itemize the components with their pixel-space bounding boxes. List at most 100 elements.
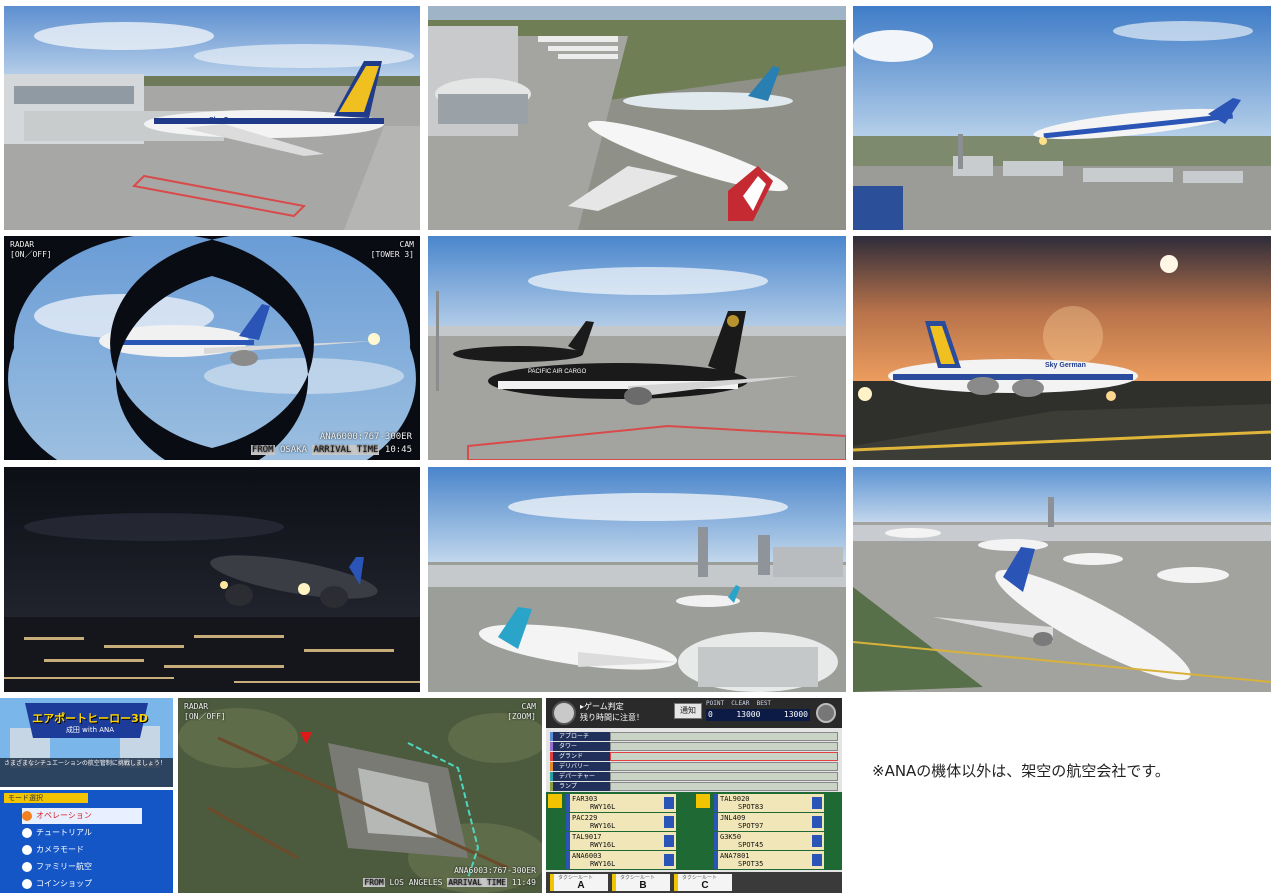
flight-strip[interactable]: JNL409 SPOT97: [714, 813, 824, 831]
intro-hint-text: さまざまなシチュエーションの航空管制に挑戦しましょう！: [4, 760, 166, 767]
camera-mode-label: CAM [TOWER 3]: [370, 240, 414, 259]
flight-assignment: RWY16L: [590, 803, 616, 811]
lane-track: [610, 782, 838, 791]
menu-bullet-icon: [22, 862, 32, 872]
menu-item-label: オペレーション: [36, 811, 92, 820]
screenshot-cargo-freighters: PACIFIC AIR CARGO: [428, 236, 846, 460]
flight-assignment: RWY16L: [590, 822, 616, 830]
alert-icon: [664, 835, 674, 847]
alert-icon: [812, 797, 822, 809]
flight-strip[interactable]: G3K50 SPOT45: [714, 832, 824, 850]
flight-assignment: SPOT45: [738, 841, 764, 849]
flight-assignment: SPOT35: [738, 860, 764, 868]
lane-label: ランプ: [550, 782, 610, 791]
menu-bullet-icon: [22, 828, 32, 838]
taxi-route-letter: A: [577, 880, 585, 891]
menu-item-label: ファミリー航空: [36, 862, 92, 871]
flight-code: G3K50: [720, 833, 742, 841]
flight-code: TAL9017: [572, 833, 602, 841]
control-lane[interactable]: アプローチ: [550, 732, 838, 741]
flight-code-readout: ANA6000:767-300ER: [319, 432, 412, 442]
alert-icon: [812, 816, 822, 828]
livery-text: Sky German: [1045, 362, 1086, 369]
menu-bullet-icon: [22, 845, 32, 855]
flight-code: FAR303: [572, 795, 598, 803]
flight-origin-readout: FROM LOS ANGELES ARRIVAL TIME 11:49: [363, 878, 536, 887]
lane-track: [610, 772, 838, 781]
screenshot-title-screen: エアポートヒーロー3D 成田 with ANA さまざまなシチュエーションの航空…: [0, 698, 173, 787]
menu-bullet-icon: [22, 879, 32, 889]
menu-item[interactable]: コインショップ: [22, 876, 142, 892]
game-subtitle: 成田 with ANA: [65, 726, 115, 734]
menu-bullet-icon: [22, 811, 32, 821]
screenshot-sunset-a380: Sky German: [853, 236, 1271, 460]
radar-toggle-label: RADAR [ON／OFF]: [184, 702, 226, 721]
screenshot-night-landing: [4, 467, 420, 692]
livery-text: PACIFIC AIR CARGO: [528, 369, 587, 375]
lane-label: グランド: [550, 752, 610, 761]
lane-label: デパーチャー: [550, 772, 610, 781]
alert-icon: [812, 854, 822, 866]
flight-strip[interactable]: TAL9020 SPOT83: [714, 794, 824, 812]
flight-assignment: RWY16L: [590, 841, 616, 849]
menu-item[interactable]: オペレーション: [22, 808, 142, 824]
flight-assignment: SPOT97: [738, 822, 764, 830]
menu-item[interactable]: カメラモード: [22, 842, 142, 858]
screenshot-operation-board: ▸ゲーム判定 残り時間に注意！ 通知 POINT CLEAR BEST 0 130…: [546, 698, 842, 893]
control-lane[interactable]: グランド: [550, 752, 838, 761]
arrival-plane-icon: [548, 794, 562, 808]
lane-track: [610, 752, 838, 761]
screenshot-terminal-a380-cyan: [428, 467, 846, 692]
menu-item[interactable]: ファミリー航空: [22, 859, 142, 875]
flight-code-readout: ANA6003:767-300ER: [454, 866, 536, 875]
flight-code: ANA7801: [720, 852, 750, 860]
screenshot-binocular-view: RADAR [ON／OFF] CAM [TOWER 3] ANA6000:767-3…: [4, 236, 420, 460]
taxi-route-button[interactable]: タクシールート C: [674, 874, 732, 891]
taxi-route-button[interactable]: タクシールート A: [550, 874, 608, 891]
flight-origin-readout: FROM OSAKA ARRIVAL TIME 10:45: [250, 445, 412, 455]
lane-track: [610, 732, 838, 741]
screenshot-ana-747-taxi: [853, 467, 1271, 692]
flight-strip[interactable]: TAL9017 RWY16L: [566, 832, 676, 850]
alert-icon: [664, 797, 674, 809]
game-title-logo: エアポートヒーロー3D: [32, 712, 148, 725]
flight-strip[interactable]: ANA6003 RWY16L: [566, 851, 676, 869]
flight-strip[interactable]: PAC229 RWY16L: [566, 813, 676, 831]
lane-label: アプローチ: [550, 732, 610, 741]
camera-mode-label: CAM [ZOOM]: [507, 702, 536, 721]
control-lane[interactable]: デリバリー: [550, 762, 838, 771]
screenshot-sky-german-at-gate: Sky German: [4, 6, 420, 230]
departure-plane-icon: [696, 794, 710, 808]
notify-button[interactable]: 通知: [674, 703, 702, 719]
menu-item-label: コインショップ: [36, 879, 92, 888]
menu-item[interactable]: チュートリアル: [22, 825, 142, 841]
livery-text: Sky German: [209, 117, 250, 124]
radar-toggle-label: RADAR [ON／OFF]: [10, 240, 52, 259]
lane-track: [610, 742, 838, 751]
flight-strip[interactable]: FAR303 RWY16L: [566, 794, 676, 812]
alert-icon: [664, 816, 674, 828]
timer-gauge-icon: [552, 701, 576, 725]
alert-icon: [664, 854, 674, 866]
alert-icon: [812, 835, 822, 847]
menu-item-label: カメラモード: [36, 845, 84, 854]
flight-strip[interactable]: ANA7801 SPOT35: [714, 851, 824, 869]
menu-header: モード選択: [4, 793, 88, 803]
flight-code: JNL409: [720, 814, 746, 822]
disclaimer-note: ※ANAの機体以外は、架空の航空会社です。: [872, 762, 1170, 780]
screenshot-mode-menu: モード選択 オペレーションチュートリアルカメラモード ファミリー航空 コインショップ: [0, 790, 173, 893]
control-lane[interactable]: デパーチャー: [550, 772, 838, 781]
judge-warning: 残り時間に注意！: [580, 713, 644, 722]
settings-dial-icon[interactable]: [816, 703, 836, 723]
flight-code: ANA6003: [572, 852, 602, 860]
control-lane[interactable]: ランプ: [550, 782, 838, 791]
flight-code: PAC229: [572, 814, 598, 822]
score-values: 0 13000 13000: [706, 709, 810, 721]
lane-label: タワー: [550, 742, 610, 751]
taxi-route-button[interactable]: タクシールート B: [612, 874, 670, 891]
judge-title: ▸ゲーム判定: [580, 702, 624, 711]
lane-label: デリバリー: [550, 762, 610, 771]
control-lane[interactable]: タワー: [550, 742, 838, 751]
screenshot-radar-zoom: RADAR [ON／OFF] CAM [ZOOM] ANA6003:767-300E…: [178, 698, 542, 893]
taxi-route-letter: C: [701, 880, 709, 891]
